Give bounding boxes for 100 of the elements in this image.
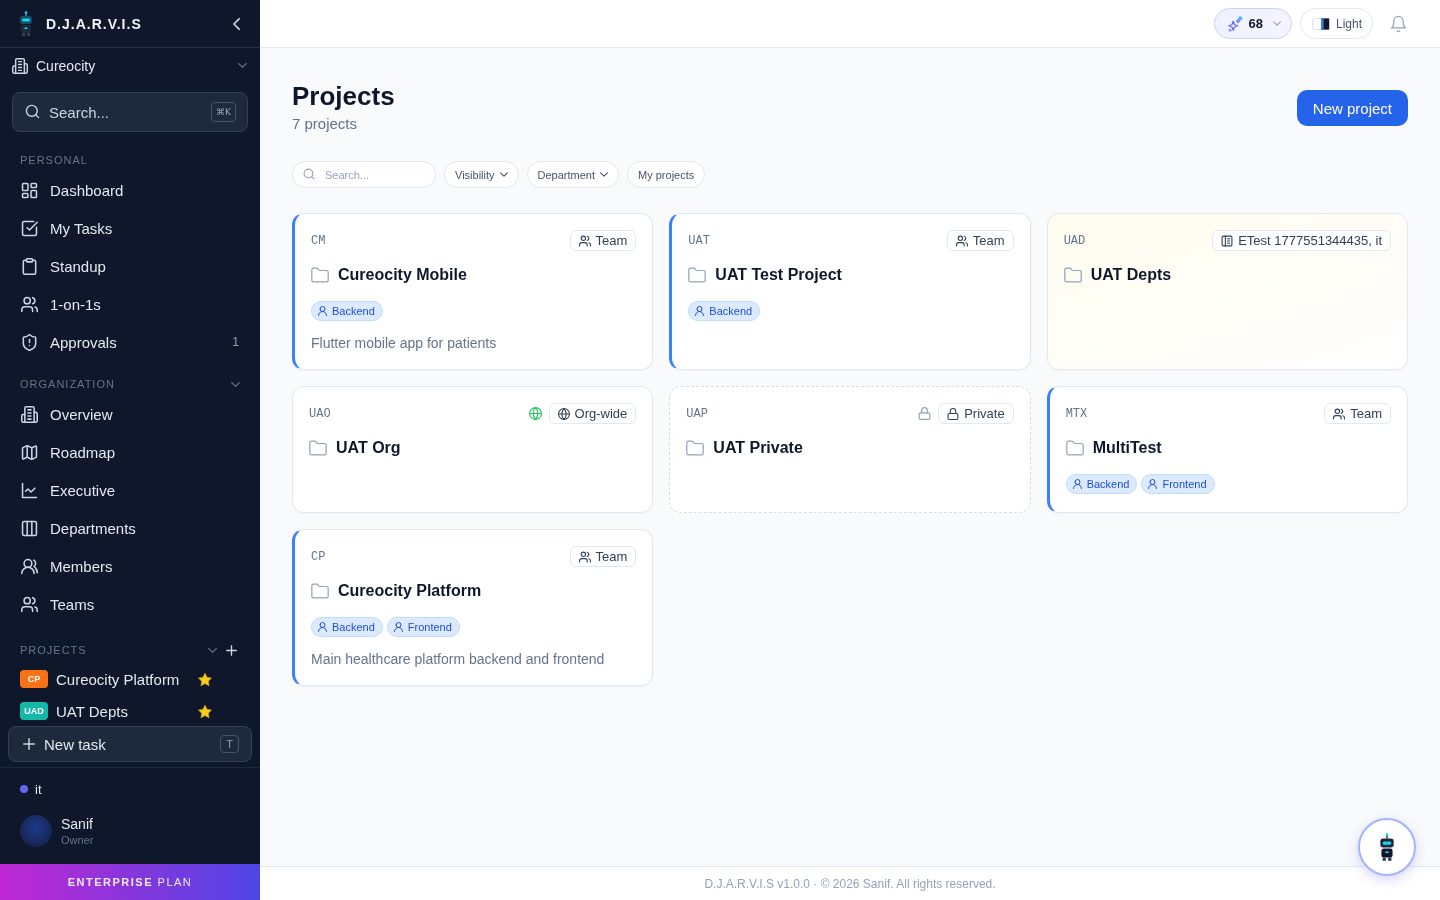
nav-item[interactable]: My Tasks [0,209,260,247]
dot-icon [20,785,28,793]
plus-icon [23,738,35,750]
folder-icon [688,267,707,283]
visibility-label: Private [964,406,1005,421]
globe-icon [557,407,570,420]
project-key: UAT [688,233,710,248]
shortcut-hint: T [220,735,239,753]
project-link[interactable]: CP Cureocity Platform [0,665,260,693]
team-name: Frontend [407,621,452,633]
people-icon [21,557,38,575]
star-icon[interactable] [198,704,212,718]
sparkle-icon [1226,15,1243,32]
user-name: Sanif [61,815,94,833]
building-icon [12,57,28,74]
folder-icon [311,583,329,599]
project-key: UAO [309,406,331,421]
chevron-icon[interactable] [231,381,240,387]
section-label: PROJECTS [20,644,87,656]
project-key: UAD [1063,233,1086,248]
section-label: ORGANIZATION [20,378,115,390]
search-icon [303,168,315,180]
team-name: Backend [1086,478,1130,490]
filter-toggle[interactable]: My projects [627,161,706,188]
project-initials: CP [20,670,48,688]
section-label: PERSONAL [20,154,88,166]
nav-item[interactable]: Dashboard [0,171,260,209]
nav-item[interactable]: Departments [0,509,260,547]
project-card[interactable]: CM Team Cureocity Mobile Backend Flutter mobile app for patients [292,213,654,370]
theme-button[interactable]: Light [1299,8,1373,39]
credits-button[interactable]: 68 [1213,8,1292,39]
org-switcher[interactable]: Cureocity [0,48,260,83]
columns-icon [21,519,38,537]
project-card[interactable]: UAO Org-wide UAT Org [292,386,654,513]
grid-icon [21,181,38,199]
person-icon [318,306,327,316]
workspace-name: it [35,781,42,797]
nav-item[interactable]: Members [0,547,260,585]
map-icon [21,443,38,461]
project-key: CP [311,549,326,564]
project-card[interactable]: UAD ETest 1777551344435, it UAT Depts [1046,213,1408,370]
visibility-label: Team [972,233,1005,248]
add-icon[interactable] [226,644,237,656]
avatar [20,815,52,847]
project-description: Main healthcare platform backend and frontend [311,651,606,667]
filter-dropdown[interactable]: Visibility [444,161,519,188]
project-description: Flutter mobile app for patients [311,335,498,351]
robot-logo-icon [17,10,35,37]
filter-dropdown[interactable]: Department [526,161,619,188]
chevron-down-icon [600,172,608,177]
project-name: Cureocity Platform [338,582,482,600]
project-name: MultiTest [1092,439,1162,457]
chevron-down-icon [1272,21,1281,26]
project-name: UAT Org [336,439,401,457]
nav-item[interactable]: Teams [0,585,260,623]
chevron-down-icon [499,172,508,177]
chevron-icon[interactable] [208,647,217,653]
chevron-left-icon[interactable] [233,17,240,30]
plan-banner: ENTERPRISE PLAN [0,864,260,900]
nav-item[interactable]: Approvals 1 [0,323,260,361]
nav-item[interactable]: Roadmap [0,433,260,471]
nav-item[interactable]: 1-on-1s [0,285,260,323]
line-chart-icon [21,481,38,499]
project-card[interactable]: CP Team Cureocity Platform Backend Frontend Main healthcare platform backend and frontend [292,529,654,686]
folder-icon [309,440,327,456]
shortcut-hint: ⌘K [211,102,236,122]
project-name: Cureocity Mobile [338,266,467,284]
star-icon[interactable] [198,672,212,686]
project-card[interactable]: UAT Team UAT Test Project Backend [669,213,1031,370]
theme-swatch-icon [1311,17,1330,30]
people-icon [955,234,968,247]
brand-name: D.J.A.R.V.I.S [46,15,142,32]
lock-icon [918,407,932,420]
user-role: Owner [61,833,94,847]
visibility-label: Team [595,233,628,248]
project-key: UAP [686,406,708,421]
person-icon [695,306,705,316]
new-project-button[interactable]: New project [1296,90,1408,126]
new-task-button[interactable]: New task T [8,726,252,762]
team-name: Backend [709,305,753,317]
team-name: Backend [332,305,375,317]
nav-item[interactable]: Executive [0,471,260,509]
project-name: UAT Depts [1090,266,1172,284]
visibility-label: Org-wide [574,406,628,421]
person-icon [318,622,327,632]
people-icon [1333,407,1346,420]
team-name: Backend [332,621,375,633]
project-key: CM [311,233,326,248]
project-card[interactable]: UAP Private UAT Private [669,386,1031,513]
visibility-label: Team [595,549,628,564]
panel-icon [1221,234,1234,247]
project-card[interactable]: MTX Team MultiTest Backend Frontend [1046,386,1408,513]
nav-item[interactable]: Overview [0,395,260,433]
project-count: 7 projects [292,114,359,134]
robot-icon [1377,832,1397,862]
nav-item[interactable]: Standup [0,247,260,285]
clipboard-icon [21,257,38,275]
project-link[interactable]: UAD UAT Depts [0,697,260,725]
team-name: Frontend [1162,478,1207,490]
search-icon [25,104,40,119]
